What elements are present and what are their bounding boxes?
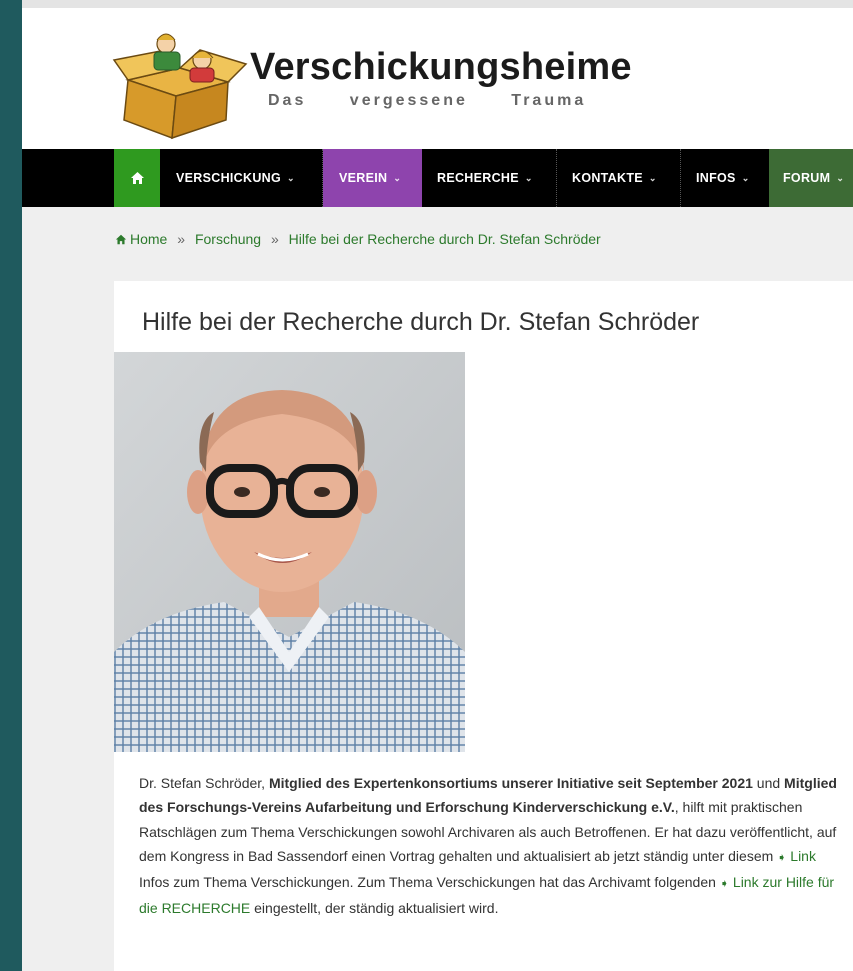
nav-item-label: VERSCHICKUNG <box>176 171 281 185</box>
breadcrumb: Home » Forschung » Hilfe bei der Recherc… <box>115 231 601 247</box>
article-text: und <box>752 775 785 791</box>
double-arrow-icon: ➧ <box>719 878 730 891</box>
nav-item-infos[interactable]: INFOS ⌄ <box>681 149 769 207</box>
page-title: Hilfe bei der Recherche durch Dr. Stefan… <box>142 308 700 336</box>
chevron-down-icon: ⌄ <box>393 172 402 183</box>
infos-link[interactable]: Link <box>790 848 816 864</box>
chevron-down-icon: ⌄ <box>648 172 657 183</box>
article-bold-text: Mitglied des Expertenkonsortiums unserer… <box>268 775 753 791</box>
breadcrumb-separator: » <box>177 231 186 247</box>
logo-subtitle: Das vergessene Trauma <box>268 92 587 109</box>
chevron-down-icon: ⌄ <box>741 172 750 183</box>
chevron-down-icon: ⌄ <box>524 172 533 183</box>
nav-home-button[interactable] <box>114 149 160 207</box>
article-text: eingestellt, der ständig aktualisiert wi… <box>250 900 499 917</box>
nav-item-verein[interactable]: VEREIN ⌄ <box>323 149 422 207</box>
article-text: Dr. Stefan Schröder, <box>139 775 269 791</box>
site-header: Verschickungsheime Das vergessene Trauma <box>22 8 853 149</box>
top-strip <box>22 0 853 8</box>
nav-item-label: FORUM <box>783 171 831 185</box>
article-text: Infos zum Thema Verschickungen. Zum Them… <box>139 874 720 891</box>
breadcrumb-home-link[interactable]: Home <box>115 231 167 247</box>
nav-item-verschickung[interactable]: VERSCHICKUNG ⌄ <box>160 149 322 207</box>
logo-title: Verschickungsheime <box>250 46 632 88</box>
nav-item-label: RECHERCHE <box>437 171 519 185</box>
cardboard-box-logo-icon <box>112 33 248 140</box>
breadcrumb-forschung-link[interactable]: Forschung <box>195 231 261 247</box>
content-card: Hilfe bei der Recherche durch Dr. Stefan… <box>114 281 853 971</box>
chevron-down-icon: ⌄ <box>287 172 295 183</box>
chevron-down-icon: ⌄ <box>836 172 845 183</box>
breadcrumb-home-label: Home <box>130 231 168 247</box>
portrait-photo <box>114 352 465 752</box>
article-paragraph: Dr. Stefan Schröder, Mitglied des Expert… <box>139 771 844 921</box>
breadcrumb-current-link[interactable]: Hilfe bei der Recherche durch Dr. Stefan… <box>289 231 601 247</box>
home-icon <box>115 234 127 245</box>
nav-item-label: VEREIN <box>339 171 388 185</box>
nav-item-kontakte[interactable]: KONTAKTE ⌄ <box>557 149 680 207</box>
nav-item-forum[interactable]: FORUM ⌄ <box>769 149 853 207</box>
double-arrow-icon: ➧ <box>777 851 787 864</box>
page: Verschickungsheime Das vergessene Trauma… <box>22 0 853 971</box>
nav-item-label: INFOS <box>696 171 736 185</box>
home-icon <box>130 172 144 184</box>
portrait-image-icon <box>114 352 465 752</box>
site-logo[interactable]: Verschickungsheime Das vergessene Trauma <box>110 20 650 140</box>
nav-item-recherche[interactable]: RECHERCHE ⌄ <box>422 149 556 207</box>
main-nav: VERSCHICKUNG ⌄ VEREIN ⌄ RECHERCHE ⌄ KONTAKT… <box>22 149 853 207</box>
breadcrumb-separator: » <box>270 231 279 247</box>
nav-item-label: KONTAKTE <box>572 171 643 185</box>
